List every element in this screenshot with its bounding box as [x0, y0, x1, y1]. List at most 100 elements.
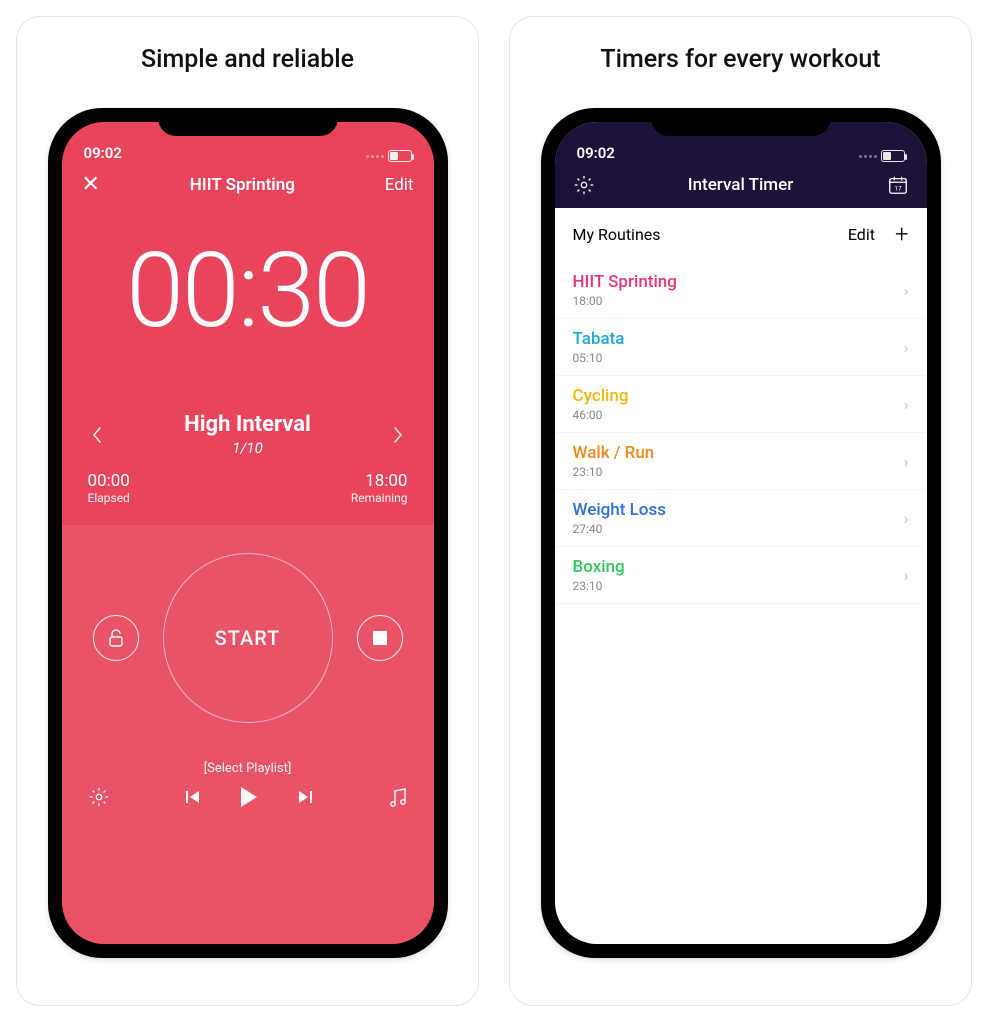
list-nav-title: Interval Timer — [688, 175, 793, 195]
settings-button[interactable] — [88, 786, 110, 808]
gear-icon — [573, 174, 595, 196]
stop-icon — [373, 631, 387, 645]
routine-duration: 05:10 — [573, 351, 625, 365]
lock-button[interactable] — [93, 615, 139, 661]
calendar-icon: 17 — [887, 174, 909, 196]
panel-left: Simple and reliable 09:02 ✕ HIIT Sprinti… — [16, 16, 479, 1006]
routine-row[interactable]: Cycling 46:00 › — [555, 376, 927, 433]
routine-info: HIIT Sprinting 18:00 — [573, 272, 677, 308]
chevron-right-icon: › — [904, 452, 909, 471]
signal-dots-icon — [366, 155, 384, 158]
start-button[interactable]: START — [163, 553, 333, 723]
panel-right-caption: Timers for every workout — [600, 45, 880, 74]
elapsed-label: Elapsed — [88, 491, 130, 505]
routine-info: Tabata 05:10 — [573, 329, 625, 365]
routine-list: HIIT Sprinting 18:00 › Tabata 05:10 › Cycling 4… — [555, 262, 927, 944]
add-routine-button[interactable]: + — [895, 222, 909, 246]
prev-interval-button[interactable] — [88, 420, 106, 450]
phone-left: 09:02 ✕ HIIT Sprinting Edit 00:30 High I… — [48, 108, 448, 958]
chevron-right-icon: › — [904, 281, 909, 300]
chevron-left-icon — [92, 426, 102, 444]
notch — [158, 108, 338, 136]
bottom-bar — [62, 776, 434, 842]
battery-icon — [388, 150, 412, 162]
edit-button[interactable]: Edit — [385, 175, 414, 195]
remaining-value: 18:00 — [351, 471, 408, 491]
status-time: 09:02 — [84, 144, 122, 162]
next-track-button[interactable] — [299, 791, 312, 803]
signal-dots-icon — [859, 155, 877, 158]
routine-duration: 18:00 — [573, 294, 677, 308]
music-icon — [388, 786, 408, 808]
chevron-right-icon: › — [904, 566, 909, 585]
countdown-display: 00:30 — [62, 231, 434, 352]
routine-name: HIIT Sprinting — [573, 272, 677, 292]
routine-row[interactable]: Walk / Run 23:10 › — [555, 433, 927, 490]
home-indicator[interactable] — [676, 945, 806, 950]
times-row: 00:00 Elapsed 18:00 Remaining — [62, 457, 434, 525]
status-right — [859, 150, 905, 162]
chevron-right-icon: › — [904, 338, 909, 357]
elapsed-value: 00:00 — [88, 471, 130, 491]
next-interval-button[interactable] — [389, 420, 407, 450]
routine-info: Walk / Run 23:10 — [573, 443, 655, 479]
controls-area: START [Select Playlist] — [62, 525, 434, 944]
routine-info: Weight Loss 27:40 — [573, 500, 666, 536]
routine-info: Boxing 23:10 — [573, 557, 625, 593]
gear-icon — [88, 786, 110, 808]
routine-row[interactable]: Tabata 05:10 › — [555, 319, 927, 376]
timer-nav: ✕ HIIT Sprinting Edit — [62, 166, 434, 207]
chevron-right-icon: › — [904, 395, 909, 414]
start-label: START — [215, 626, 281, 650]
screen-timer: 09:02 ✕ HIIT Sprinting Edit 00:30 High I… — [62, 122, 434, 944]
interval-count: 1/10 — [184, 439, 311, 457]
phone-right: 09:02 Interval Timer — [541, 108, 941, 958]
routine-row[interactable]: Boxing 23:10 › — [555, 547, 927, 604]
calendar-button[interactable]: 17 — [887, 174, 909, 196]
unlock-icon — [107, 628, 125, 648]
interval-info: High Interval 1/10 — [184, 412, 311, 457]
svg-text:17: 17 — [894, 185, 902, 193]
routine-duration: 23:10 — [573, 579, 625, 593]
routine-name: Weight Loss — [573, 500, 666, 520]
list-nav: Interval Timer 17 — [555, 166, 927, 208]
status-right — [366, 150, 412, 162]
section-header: My Routines Edit + — [555, 208, 927, 262]
interval-row: High Interval 1/10 — [62, 412, 434, 457]
routine-name: Cycling — [573, 386, 629, 406]
panel-left-caption: Simple and reliable — [141, 45, 354, 74]
remaining-label: Remaining — [351, 491, 408, 505]
timer-title: HIIT Sprinting — [190, 175, 295, 195]
panel-right: Timers for every workout 09:02 — [509, 16, 972, 1006]
status-time: 09:02 — [577, 144, 615, 162]
routine-info: Cycling 46:00 — [573, 386, 629, 422]
prev-track-button[interactable] — [186, 791, 199, 803]
controls-row: START — [93, 553, 403, 723]
routine-duration: 27:40 — [573, 522, 666, 536]
routine-duration: 46:00 — [573, 408, 629, 422]
routine-name: Walk / Run — [573, 443, 655, 463]
settings-button[interactable] — [573, 174, 595, 196]
chevron-right-icon — [393, 426, 403, 444]
routine-name: Tabata — [573, 329, 625, 349]
section-title: My Routines — [573, 225, 661, 244]
close-icon[interactable]: ✕ — [82, 172, 100, 197]
playlist-label[interactable]: [Select Playlist] — [204, 761, 292, 776]
interval-name: High Interval — [184, 412, 311, 437]
stop-button[interactable] — [357, 615, 403, 661]
battery-icon — [881, 150, 905, 162]
chevron-right-icon: › — [904, 509, 909, 528]
elapsed-block: 00:00 Elapsed — [88, 471, 130, 505]
home-indicator[interactable] — [183, 945, 313, 950]
music-button[interactable] — [388, 786, 408, 808]
routine-name: Boxing — [573, 557, 625, 577]
routine-row[interactable]: HIIT Sprinting 18:00 › — [555, 262, 927, 319]
notch — [651, 108, 831, 136]
edit-routines-button[interactable]: Edit — [848, 225, 875, 244]
play-button[interactable] — [241, 787, 257, 807]
remaining-block: 18:00 Remaining — [351, 471, 408, 505]
routine-row[interactable]: Weight Loss 27:40 › — [555, 490, 927, 547]
screen-routine-list: 09:02 Interval Timer — [555, 122, 927, 944]
routine-duration: 23:10 — [573, 465, 655, 479]
media-controls — [186, 787, 312, 807]
